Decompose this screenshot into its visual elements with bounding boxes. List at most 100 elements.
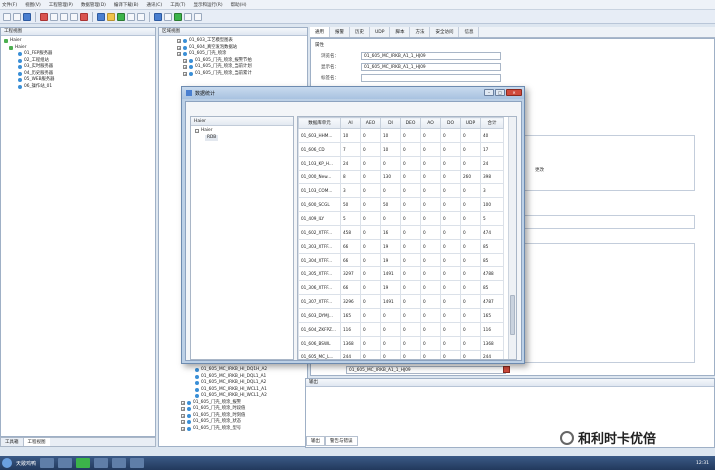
table-row[interactable]: 01_305_XTFF... 3297 0 1491 0 0 0 0 4788: [298, 266, 504, 282]
table-row[interactable]: 01_303_XTFF... 66 0 19 0 0 0 0 85: [298, 238, 504, 254]
property-tab[interactable]: 脚本: [390, 27, 411, 37]
table-row[interactable]: 01_000_New... 8 0 130 0 0 0 260 398: [298, 169, 504, 185]
menu-item[interactable]: 编译下载(B): [114, 2, 139, 8]
expand-icon[interactable]: +: [183, 71, 187, 76]
expand-icon[interactable]: +: [183, 65, 187, 70]
tree-node[interactable]: +01_605_门壳_喷涂_当前累计: [177, 71, 304, 78]
table-row[interactable]: 01_605_MC_L... 244 0 0 0 0 0 0 244: [298, 349, 504, 359]
table-row[interactable]: 01_306_XTFF... 66 0 19 0 0 0 0 85: [298, 280, 504, 296]
compile-icon[interactable]: [97, 12, 105, 21]
minimize-icon[interactable]: –: [484, 89, 494, 96]
menu-item[interactable]: 文件(F): [2, 2, 17, 8]
column-header[interactable]: UDP: [460, 117, 481, 129]
menu-item[interactable]: 视图(V): [25, 2, 41, 8]
find-icon[interactable]: [127, 12, 135, 21]
column-header[interactable]: AI: [340, 117, 361, 129]
online-icon[interactable]: [154, 12, 162, 21]
bottom-name-field[interactable]: 01_605_MC_IRKB_A1_1_HJ09: [346, 366, 506, 374]
table-row[interactable]: 01_307_XTFF... 3296 0 1491 0 0 0 0 4787: [298, 294, 504, 309]
column-header[interactable]: DI: [380, 117, 401, 129]
tab-toolbox[interactable]: 工具箱: [1, 438, 24, 446]
close-icon[interactable]: [503, 366, 510, 373]
download-icon[interactable]: [117, 12, 125, 21]
replace-icon[interactable]: [137, 12, 145, 21]
new-icon[interactable]: [3, 12, 11, 21]
table-row[interactable]: 01_602_XTFF... 458 0 16 0 0 0 0 474: [298, 224, 504, 240]
taskbar-app-icon[interactable]: [58, 458, 73, 468]
help-icon[interactable]: [194, 12, 202, 21]
menu-item[interactable]: 显示和运行(R): [193, 2, 222, 8]
menu-item[interactable]: 工程管理(P): [49, 2, 73, 8]
paste-icon[interactable]: [70, 12, 78, 21]
tab-warnings-errors[interactable]: 警告与错误: [325, 436, 358, 446]
expand-icon[interactable]: +: [181, 413, 185, 418]
table-row[interactable]: 01_600_SCGL 50 0 50 0 0 0 0 100: [298, 197, 504, 213]
change-button[interactable]: 更改: [535, 167, 544, 173]
menu-item[interactable]: 数据管理(D): [81, 2, 106, 8]
expand-icon[interactable]: +: [183, 58, 187, 63]
menu-item[interactable]: 工具(T): [170, 2, 185, 8]
expand-icon[interactable]: +: [181, 426, 185, 431]
property-tab[interactable]: 方法: [410, 27, 431, 37]
run-icon[interactable]: [174, 12, 182, 21]
taskbar-app-icon[interactable]: [130, 458, 145, 468]
tag-name-input[interactable]: [361, 73, 501, 82]
column-header[interactable]: 合计: [480, 117, 504, 129]
delete-icon[interactable]: [80, 12, 88, 21]
dialog-titlebar[interactable]: 数据统计: [182, 87, 524, 99]
property-tab[interactable]: UDP: [370, 27, 391, 37]
table-row[interactable]: 01_606_BSWL 1368 0 0 0 0 0 0 1368: [298, 335, 504, 351]
tab-output[interactable]: 输出: [306, 436, 325, 446]
scroll-thumb[interactable]: [510, 295, 515, 335]
table-row[interactable]: 01_409_ILY 5 0 0 0 0 0 0 5: [298, 211, 504, 226]
browse-name-input[interactable]: 01_605_MC_IRKB_A1_1_HJ09: [361, 51, 501, 60]
offline-icon[interactable]: [164, 12, 172, 21]
table-row[interactable]: 01_103_KP_H... 24 0 0 0 0 0 0 24: [298, 155, 504, 171]
tree-node[interactable]: 06_操作站_01: [4, 84, 152, 91]
close-icon[interactable]: ✕: [506, 89, 522, 96]
menu-item[interactable]: 帮助(H): [231, 2, 247, 8]
taskbar-app-icon[interactable]: [76, 458, 91, 468]
tree-node-rdb[interactable]: RDB: [195, 134, 289, 141]
taskbar-app-icon[interactable]: [112, 458, 127, 468]
expand-icon[interactable]: +: [177, 52, 181, 57]
copy-icon[interactable]: [60, 12, 68, 21]
menu-item[interactable]: 通讯(C): [147, 2, 163, 8]
cut-icon[interactable]: [50, 12, 58, 21]
tree-node[interactable]: +01_605_门壳_喷涂_型号: [181, 426, 267, 433]
open-icon[interactable]: [13, 12, 21, 21]
tab-project-view[interactable]: 工程视图: [23, 438, 50, 446]
column-header[interactable]: 数据库单元: [298, 117, 341, 129]
expand-icon[interactable]: +: [177, 39, 181, 44]
property-tab[interactable]: 历史: [350, 27, 370, 37]
taskbar-app-icon[interactable]: [40, 458, 55, 468]
build-icon[interactable]: [107, 12, 115, 21]
property-tab[interactable]: 安全访问: [430, 27, 460, 37]
table-row[interactable]: 01_603_HHM... 10 0 10 0 0 0 0 40: [298, 128, 504, 143]
save-icon[interactable]: [23, 12, 31, 21]
column-header[interactable]: DO: [440, 117, 461, 129]
display-name-input[interactable]: 01_605_MC_IRKB_A1_1_HJ09: [361, 62, 501, 71]
expand-icon[interactable]: +: [181, 400, 185, 405]
expand-icon[interactable]: +: [181, 420, 185, 425]
maximize-icon[interactable]: □: [495, 89, 505, 96]
property-tab[interactable]: 报警: [330, 27, 350, 37]
column-header[interactable]: DEO: [400, 117, 421, 129]
expand-icon[interactable]: +: [177, 45, 181, 50]
start-icon[interactable]: [2, 458, 12, 468]
table-row[interactable]: 01_603_DYMJ... 165 0 0 0 0 0 0 165: [298, 307, 504, 323]
stop-icon[interactable]: [40, 12, 48, 21]
table-row[interactable]: 01_103_COM... 3 0 0 0 0 0 0 3: [298, 183, 504, 199]
table-row[interactable]: 01_604_ZKFPZ... 116 0 0 0 0 0 0 116: [298, 321, 504, 337]
vertical-scrollbar[interactable]: [508, 117, 516, 359]
expand-icon[interactable]: +: [181, 407, 185, 412]
table-row[interactable]: 01_606_CD 7 0 10 0 0 0 0 17: [298, 141, 504, 157]
property-tab[interactable]: 通用: [310, 27, 330, 37]
collapse-icon[interactable]: -: [195, 129, 199, 134]
table-row[interactable]: 01_304_XTFF... 66 0 19 0 0 0 0 85: [298, 252, 504, 268]
column-header[interactable]: AO: [420, 117, 441, 129]
taskbar-app-icon[interactable]: [94, 458, 109, 468]
column-header[interactable]: AEO: [360, 117, 381, 129]
property-tab[interactable]: 信息: [459, 27, 480, 37]
settings-icon[interactable]: [184, 12, 192, 21]
